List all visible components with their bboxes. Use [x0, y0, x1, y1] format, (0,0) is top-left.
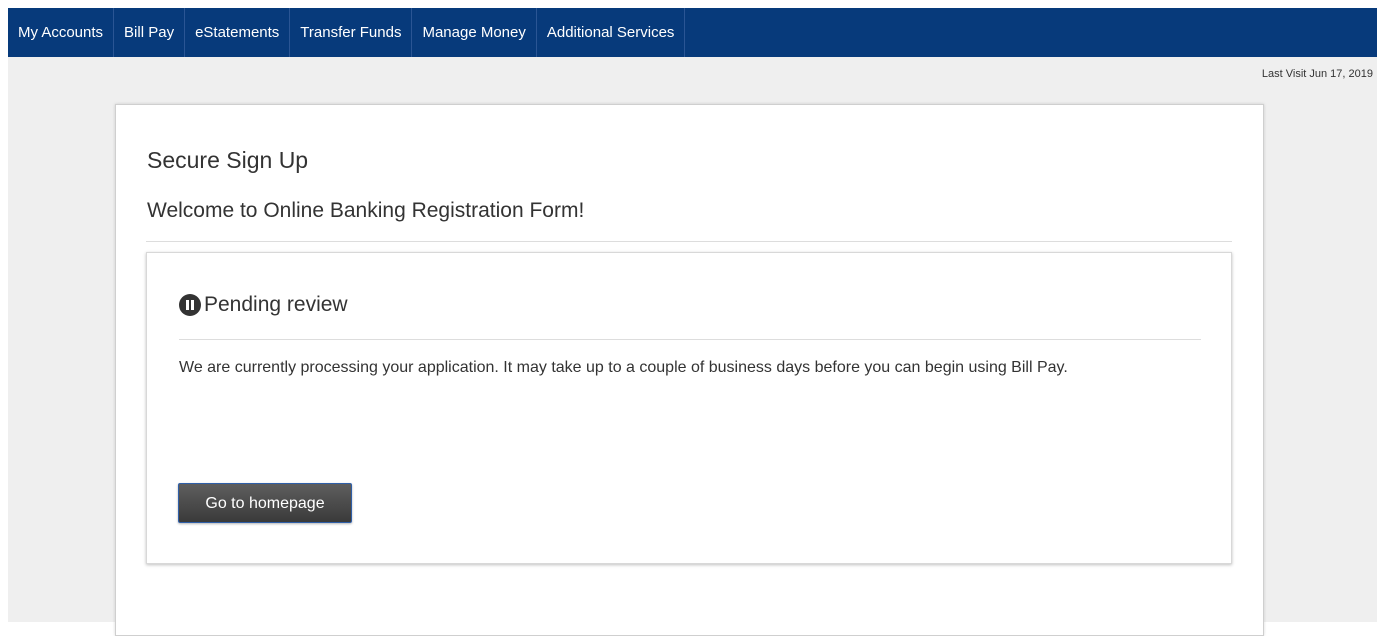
- divider: [179, 339, 1201, 340]
- pause-circle-icon: [179, 294, 201, 316]
- nav-item-additional-services[interactable]: Additional Services: [537, 8, 685, 57]
- nav-separator: [684, 8, 686, 57]
- page-title: Secure Sign Up: [147, 147, 309, 173]
- last-visit-text: Last Visit Jun 17, 2019: [1261, 68, 1373, 80]
- nav-item-manage-money[interactable]: Manage Money: [412, 8, 535, 57]
- page-subtitle: Welcome to Online Banking Registration F…: [147, 199, 585, 222]
- nav-item-transfer-funds[interactable]: Transfer Funds: [290, 8, 411, 57]
- nav-item-bill-pay[interactable]: Bill Pay: [114, 8, 184, 57]
- status-message: We are currently processing your applica…: [179, 359, 1068, 376]
- status-title: Pending review: [204, 293, 348, 316]
- status-panel: Pending review We are currently processi…: [146, 252, 1232, 564]
- nav-item-my-accounts[interactable]: My Accounts: [8, 8, 113, 57]
- status-header: Pending review: [179, 293, 348, 317]
- signup-card: Secure Sign Up Welcome to Online Banking…: [115, 104, 1264, 636]
- nav-item-estatements[interactable]: eStatements: [185, 8, 289, 57]
- divider: [146, 241, 1232, 242]
- go-to-homepage-button[interactable]: Go to homepage: [178, 483, 352, 523]
- top-nav: My Accounts Bill Pay eStatements Transfe…: [8, 8, 1377, 57]
